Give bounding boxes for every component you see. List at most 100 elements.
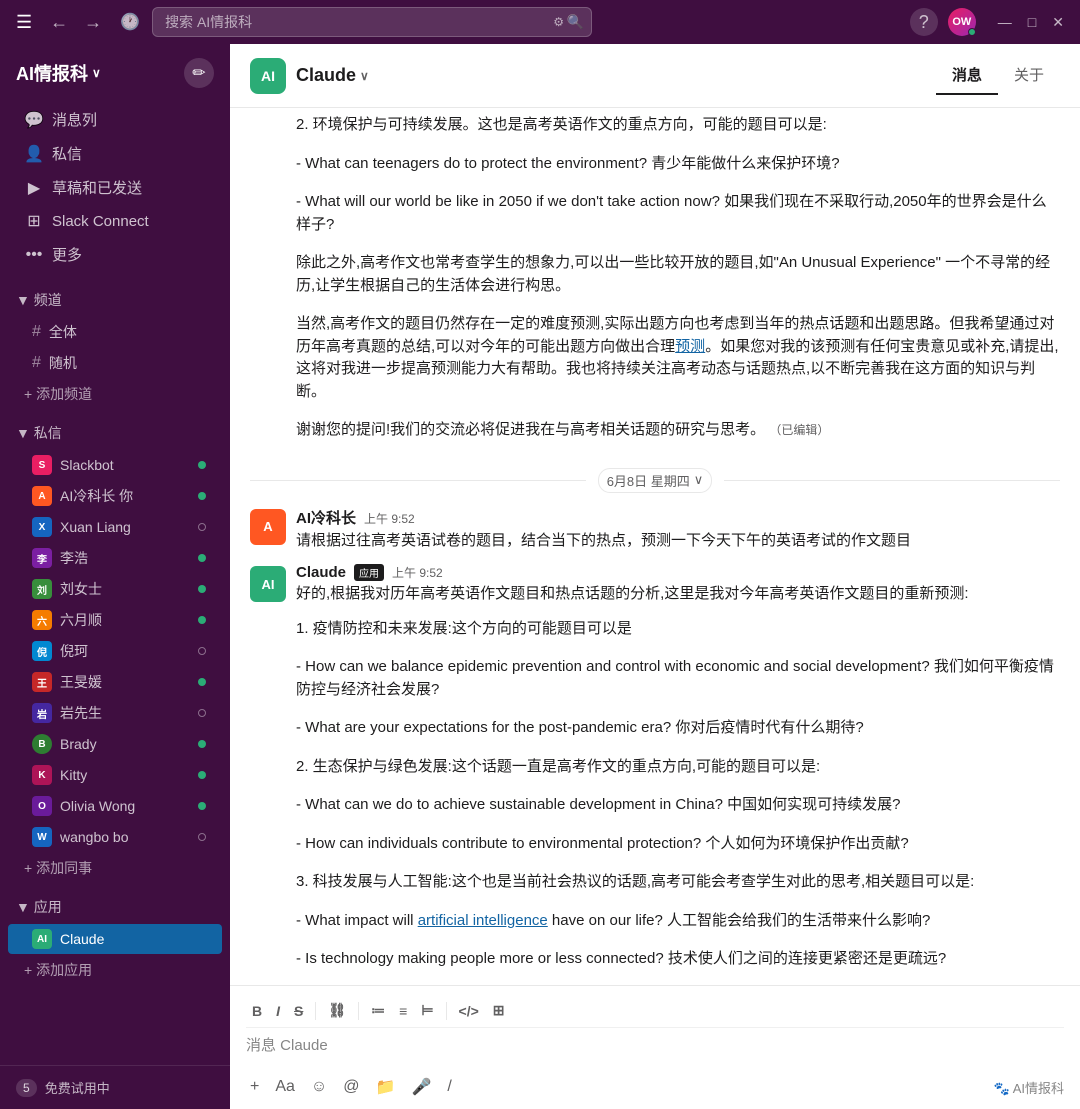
- search-filter-icon[interactable]: ⚙: [553, 15, 564, 29]
- status-dot: [198, 709, 206, 717]
- list-item: 2. 环境保护与可持续发展。这也是高考英语作文的重点方向，可能的题目可以是:: [250, 108, 1060, 147]
- avatar[interactable]: OW: [948, 8, 976, 36]
- sidebar-item-wangbo[interactable]: W wangbo bo: [8, 822, 222, 852]
- channel-header: AI Claude ∨ 消息 关于: [230, 44, 1080, 108]
- message-time: 上午 9:52: [392, 564, 443, 581]
- attach-button[interactable]: 📁: [372, 1073, 400, 1101]
- yan-avatar: 岩: [32, 703, 52, 723]
- sidebar-item-wangmin[interactable]: 王 王旻媛: [8, 667, 222, 697]
- sidebar-item-slack-connect[interactable]: ⊞ Slack Connect: [8, 205, 222, 237]
- wangbo-avatar: W: [32, 827, 52, 847]
- search-input[interactable]: [152, 7, 592, 37]
- sidebar-item-liuyueshun[interactable]: 六 六月顺: [8, 605, 222, 635]
- workspace-name[interactable]: AI情报科 ∨: [16, 60, 101, 86]
- topbar-right: ? OW — □ ✕: [910, 8, 1068, 36]
- list-item: 当然,高考作文的题目仍然存在一定的难度预测,实际出题方向也考虑到当年的热点话题和…: [250, 307, 1060, 413]
- messages-area[interactable]: 2. 环境保护与可持续发展。这也是高考英语作文的重点方向，可能的题目可以是: -…: [230, 108, 1080, 985]
- tab-about[interactable]: 关于: [998, 56, 1060, 95]
- compose-button[interactable]: ✏: [184, 58, 214, 88]
- minimize-button[interactable]: —: [994, 12, 1016, 33]
- sidebar-item-xuan[interactable]: X Xuan Liang: [8, 512, 222, 542]
- sidebar-item-more[interactable]: ••• 更多: [8, 238, 222, 271]
- table-row: AI Claude 应用 上午 9:52 好的,根据我对历年高考英语作文题目和热…: [250, 558, 1060, 612]
- fmt-divider: [315, 1002, 316, 1020]
- message-author: AI冷科长: [296, 507, 356, 528]
- sidebar-item-quanti[interactable]: # 全体: [8, 317, 222, 347]
- sidebar-item-liu[interactable]: 刘 刘女士: [8, 574, 222, 604]
- sidebar-item-drafts[interactable]: ▶ 草稿和已发送: [8, 171, 222, 204]
- bold-button[interactable]: B: [246, 999, 268, 1023]
- dm-header[interactable]: ▼ 私信: [0, 417, 230, 449]
- close-button[interactable]: ✕: [1048, 12, 1068, 33]
- dm-icon: 👤: [24, 144, 44, 164]
- sidebar-item-olivia[interactable]: O Olivia Wong: [8, 791, 222, 821]
- add-channel-button[interactable]: + 添加频道: [0, 379, 230, 409]
- channel-name[interactable]: Claude ∨: [296, 65, 369, 86]
- emoji-button[interactable]: ☺: [307, 1074, 331, 1100]
- message-input[interactable]: [246, 1034, 1064, 1062]
- status-dot: [198, 678, 206, 686]
- sidebar-item-claude[interactable]: AI Claude: [8, 924, 222, 954]
- status-dot: [198, 585, 206, 593]
- apps-header[interactable]: ▼ 应用: [0, 891, 230, 923]
- trial-info[interactable]: 5 免费试用中: [16, 1078, 214, 1097]
- mention-button[interactable]: @: [339, 1074, 363, 1100]
- indent-button[interactable]: ⊨: [415, 998, 439, 1023]
- nav-buttons: ← →: [44, 10, 108, 35]
- unordered-list-button[interactable]: ≡: [393, 999, 413, 1023]
- input-toolbar: + Aa ☺ @ 📁 🎤 / 🐾 AI情报科: [246, 1067, 1064, 1101]
- list-item: - How can we balance epidemic prevention…: [250, 650, 1060, 711]
- message-time: 上午 9:52: [364, 510, 415, 527]
- app-badge: 应用: [354, 564, 384, 581]
- more-icon: •••: [24, 246, 44, 264]
- code-button[interactable]: </>: [453, 999, 485, 1023]
- sidebar-item-slackbot[interactable]: S Slackbot: [8, 450, 222, 480]
- audio-button[interactable]: 🎤: [407, 1073, 435, 1101]
- apps-section: ▼ 应用 AI Claude + 添加应用: [0, 891, 230, 985]
- back-button[interactable]: ←: [44, 10, 74, 35]
- list-item: 1. 疫情防控和未来发展:这个方向的可能题目可以是: [250, 612, 1060, 651]
- add-colleague-button[interactable]: + 添加同事: [0, 853, 230, 883]
- ai-cold-avatar: A: [32, 486, 52, 506]
- date-divider-text[interactable]: 6月8日 星期四 ∨: [598, 468, 713, 493]
- trial-label: 免费试用中: [45, 1078, 110, 1097]
- menu-icon[interactable]: ☰: [12, 8, 36, 37]
- add-button[interactable]: +: [246, 1074, 263, 1100]
- help-button[interactable]: ?: [910, 8, 938, 36]
- status-dot: [198, 554, 206, 562]
- channels-section: ▼ 频道 # 全体 # 随机 + 添加频道: [0, 284, 230, 409]
- sidebar-item-nike[interactable]: 倪 倪珂: [8, 636, 222, 666]
- font-button[interactable]: Aa: [271, 1074, 299, 1100]
- italic-button[interactable]: I: [270, 999, 286, 1023]
- channels-header[interactable]: ▼ 频道: [0, 284, 230, 316]
- dm-section: ▼ 私信 S Slackbot A AI冷科长 你 X Xuan Liang 李…: [0, 417, 230, 883]
- maximize-button[interactable]: □: [1024, 12, 1040, 33]
- sidebar-item-brady[interactable]: B Brady: [8, 729, 222, 759]
- link-button[interactable]: ⛓: [322, 998, 352, 1023]
- search-bar: ⚙ 🔍: [152, 7, 592, 37]
- sidebar-item-kitty[interactable]: K Kitty: [8, 760, 222, 790]
- forward-button[interactable]: →: [78, 10, 108, 35]
- sidebar-item-lihao[interactable]: 李 李浩: [8, 543, 222, 573]
- message-author: Claude: [296, 564, 346, 581]
- sidebar-item-random[interactable]: # 随机: [8, 348, 222, 378]
- strikethrough-button[interactable]: S: [288, 999, 309, 1023]
- workspace-chevron: ∨: [92, 66, 101, 80]
- list-item: 谢谢您的提问!我们的交流必将促进我在与高考相关话题的研究与思考。 （已编辑）: [250, 413, 1060, 452]
- status-dot: [198, 802, 206, 810]
- ordered-list-button[interactable]: ≔: [365, 998, 391, 1023]
- block-button[interactable]: ⊞: [487, 998, 511, 1023]
- fmt-divider: [446, 1002, 447, 1020]
- tab-messages[interactable]: 消息: [936, 56, 998, 95]
- sidebar-nav: 💬 消息列 👤 私信 ▶ 草稿和已发送 ⊞ Slack Connect ••• …: [0, 98, 230, 276]
- slash-button[interactable]: /: [443, 1074, 455, 1100]
- sidebar-item-dms[interactable]: 👤 私信: [8, 137, 222, 170]
- status-dot: [198, 740, 206, 748]
- sidebar-item-yan[interactable]: 岩 岩先生: [8, 698, 222, 728]
- add-app-button[interactable]: + 添加应用: [0, 955, 230, 985]
- history-icon[interactable]: 🕐: [116, 8, 144, 36]
- xuan-avatar: X: [32, 517, 52, 537]
- sidebar-item-ai-cold[interactable]: A AI冷科长 你: [8, 481, 222, 511]
- workspace-header: AI情报科 ∨ ✏: [0, 44, 230, 98]
- sidebar-item-messages[interactable]: 💬 消息列: [8, 103, 222, 136]
